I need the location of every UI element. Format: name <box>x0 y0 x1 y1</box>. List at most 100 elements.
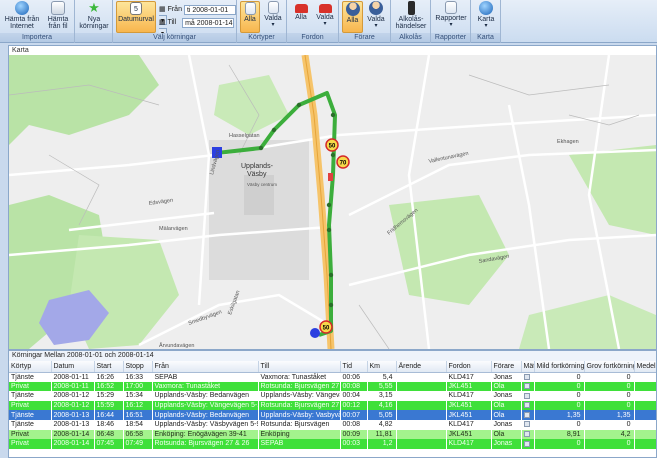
trips-grid-panel: Körningar Mellan 2008-01-01 och 2008-01-… <box>8 350 657 458</box>
label-centrum: Upplands- <box>241 163 274 170</box>
table-cell: Ola <box>491 381 522 392</box>
column-header[interactable]: Medel fo <box>634 361 656 373</box>
table-cell: 0 <box>584 400 635 411</box>
measure-checkbox[interactable] <box>523 373 530 380</box>
svg-text:70: 70 <box>340 161 347 167</box>
globe-icon <box>15 1 29 15</box>
fordon-all-button[interactable]: Alla <box>290 1 312 33</box>
table-cell <box>521 391 535 401</box>
table-cell: 0 <box>534 400 585 411</box>
column-header[interactable]: Ärende <box>396 361 447 373</box>
table-row[interactable]: Privat 2008-01-14 07:45 07:49 Rotsunda: Bjur… <box>9 439 656 449</box>
group-importera: Hämta från Internet Hämta från fil Impor… <box>0 0 75 43</box>
list-icon <box>244 2 256 15</box>
table-cell: 4,16 <box>367 400 397 411</box>
group-alkolas: Alkolås- händelser Alkolås <box>391 0 431 43</box>
table-cell: Ola <box>491 410 522 420</box>
table-cell <box>521 410 535 420</box>
table-cell: Tjänste <box>9 419 52 430</box>
column-header[interactable]: Datum <box>51 361 95 373</box>
measure-checkbox[interactable] <box>523 383 530 390</box>
new-trips-button[interactable]: ★ Nya körningar <box>77 1 111 33</box>
map-button[interactable]: Karta ▾ <box>473 1 499 33</box>
calendar-icon: 5 <box>130 2 142 15</box>
table-cell: 2008-01-12 <box>51 400 95 411</box>
table-row[interactable]: Privat 2008-01-14 06:48 06:58 Enköping: Enög… <box>9 429 656 440</box>
group-fordon: Alla Valda ▾ Fordon <box>287 0 339 43</box>
label-vasby-centrum: Väsby centrum <box>247 182 277 187</box>
speed-sign: 50 <box>319 320 333 334</box>
table-cell: JKL451 <box>446 429 492 440</box>
table-cell: 5,4 <box>367 372 397 382</box>
svg-text:50: 50 <box>323 326 330 332</box>
table-cell: 2008-01-14 <box>51 439 95 449</box>
group-karta: Karta ▾ Karta <box>471 0 501 43</box>
column-header[interactable]: Körtyp <box>9 361 52 373</box>
forare-all-button[interactable]: Alla <box>342 1 363 33</box>
measure-checkbox[interactable] <box>523 431 530 438</box>
star-icon: ★ <box>88 0 100 15</box>
date-from-input[interactable]: ti 2008-01-01 <box>183 5 236 15</box>
column-header[interactable]: Förare <box>491 361 522 373</box>
table-cell: JKL451 <box>446 381 492 392</box>
table-cell <box>521 372 535 382</box>
table-row[interactable]: Tjänste 2008-01-13 18:46 18:54 Upplands-Väsb… <box>9 419 656 430</box>
map-canvas[interactable]: 50 70 50 Hasselgatan Upplands- Väsby Väs… <box>9 55 656 349</box>
driver-icon <box>369 1 383 15</box>
column-header[interactable]: Start <box>94 361 124 373</box>
column-header[interactable]: Grov fortkörning <box>584 361 635 373</box>
ribbon: Hämta från Internet Hämta från fil Impor… <box>0 0 657 43</box>
table-cell: 00:06 <box>340 372 368 382</box>
column-header[interactable]: Fordon <box>446 361 492 373</box>
forare-selected-button[interactable]: Valda ▾ <box>365 1 387 33</box>
table-cell: Rotsunda: Bjursvägen 27 & 26 <box>152 439 259 449</box>
fetch-internet-button[interactable]: Hämta från Internet <box>3 1 41 33</box>
table-cell: 2008-01-14 <box>51 429 95 440</box>
table-cell <box>634 419 656 430</box>
date-from-icon: ▦ <box>159 6 166 13</box>
column-header[interactable]: Mild fortkörning <box>534 361 585 373</box>
table-cell: Jonas <box>491 419 522 430</box>
speed-violation-marker[interactable] <box>328 173 333 181</box>
kortyper-all-button[interactable]: Alla <box>240 1 260 33</box>
table-row[interactable]: Privat 2008-01-11 16:52 17:00 Vaxmora: Tunas… <box>9 381 656 392</box>
table-cell: Tjänste <box>9 372 52 382</box>
table-header: Körtyp Datum Start Stopp Från Till Tid Km Ärende… <box>9 361 656 373</box>
measure-checkbox[interactable] <box>523 392 530 399</box>
column-header[interactable]: Tid <box>340 361 368 373</box>
column-header[interactable]: Stopp <box>123 361 153 373</box>
group-rapporter: Rapporter ▾ Rapporter <box>431 0 471 43</box>
measure-checkbox[interactable] <box>523 440 530 447</box>
table-row[interactable]: Privat 2008-01-12 15:59 16:12 Upplands-Väsby… <box>9 400 656 411</box>
fordon-selected-button[interactable]: Valda ▾ <box>314 1 336 33</box>
route-end-marker[interactable] <box>310 328 320 338</box>
fetch-file-button[interactable]: Hämta från fil <box>42 1 74 33</box>
table-cell: 06:58 <box>123 429 153 440</box>
table-cell: 00:04 <box>340 391 368 401</box>
map-svg[interactable]: 50 70 50 Hasselgatan Upplands- Väsby Väs… <box>9 55 656 349</box>
column-header[interactable]: Mät <box>521 361 535 373</box>
globe-icon <box>479 1 493 15</box>
measure-checkbox[interactable] <box>523 421 530 428</box>
table-cell: Privat <box>9 439 52 449</box>
group-nya: ★ Nya körningar <box>75 0 113 43</box>
table-cell: 00:09 <box>340 429 368 440</box>
driver-icon <box>345 2 360 16</box>
measure-checkbox[interactable] <box>523 402 530 409</box>
column-header[interactable]: Från <box>152 361 259 373</box>
column-header[interactable]: Km <box>367 361 397 373</box>
date-selection-button[interactable]: 5 Datumurval <box>116 1 156 33</box>
kortyper-selected-button[interactable]: Valda ▾ <box>262 1 284 33</box>
measure-checkbox[interactable] <box>523 411 530 418</box>
table-row[interactable]: Tjänste 2008-01-12 15:29 15:34 Upplands-Väsb… <box>9 391 656 401</box>
table-row[interactable]: Tjänste 2008-01-11 16:26 16:33 SEPAB Vaxmora:… <box>9 372 656 382</box>
reports-button[interactable]: Rapporter ▾ <box>433 1 469 33</box>
alkolas-events-button[interactable]: Alkolås- händelser <box>393 1 429 33</box>
table-cell: Upplands-Väsby: Väsbyvägen 5-9 & <box>152 419 259 430</box>
column-header[interactable]: Till <box>258 361 341 373</box>
date-to-input[interactable]: må 2008-01-14 <box>182 18 235 28</box>
table-cell: 0 <box>534 391 585 401</box>
table-cell <box>521 381 535 392</box>
table-row[interactable]: Tjänste 2008-01-13 16:44 16:51 Upplands-Väsb… <box>9 410 656 420</box>
table-cell: KLD417 <box>446 419 492 430</box>
